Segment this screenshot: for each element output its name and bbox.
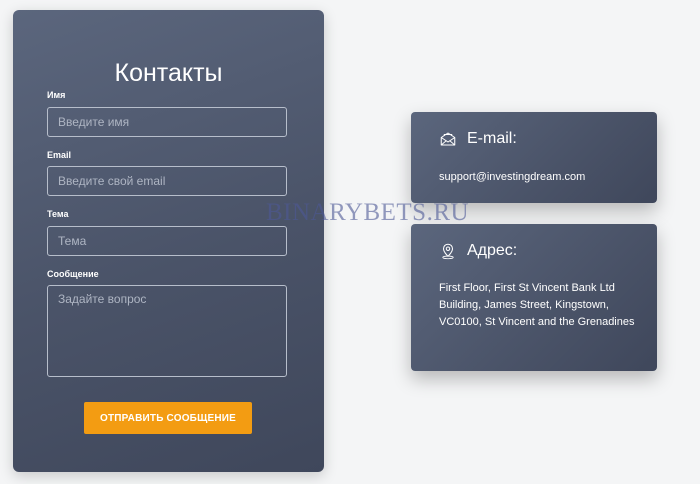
email-card: E-mail: support@investingdream.com bbox=[411, 112, 657, 203]
envelope-icon bbox=[440, 132, 456, 146]
email-card-title: E-mail: bbox=[467, 130, 517, 147]
email-card-header: E-mail: bbox=[439, 130, 517, 148]
name-label: Имя bbox=[47, 90, 66, 100]
watermark: BINARYBETS.RU bbox=[266, 199, 470, 226]
address-text: First Floor, First St Vincent Bank Ltd B… bbox=[439, 282, 635, 328]
address-card-title: Адрес: bbox=[467, 242, 518, 259]
message-textarea[interactable] bbox=[47, 285, 287, 377]
subject-input[interactable] bbox=[47, 226, 287, 256]
message-label: Сообщение bbox=[47, 269, 99, 279]
email-label: Email bbox=[47, 150, 72, 160]
address-card: Адрес: First Floor, First St Vincent Ban… bbox=[411, 224, 657, 371]
address-card-header: Адрес: bbox=[439, 242, 517, 260]
form-title: Контакты bbox=[114, 59, 223, 87]
contact-form-panel: Контакты Имя Email Тема Сообщение ОТПРАВ… bbox=[13, 10, 324, 472]
email-input[interactable] bbox=[47, 166, 287, 196]
email-address: support@investingdream.com bbox=[439, 171, 586, 183]
location-pin-icon bbox=[442, 243, 454, 260]
subject-label: Тема bbox=[47, 209, 69, 219]
name-input[interactable] bbox=[47, 107, 287, 137]
send-message-button[interactable]: ОТПРАВИТЬ СООБЩЕНИЕ bbox=[84, 402, 252, 434]
